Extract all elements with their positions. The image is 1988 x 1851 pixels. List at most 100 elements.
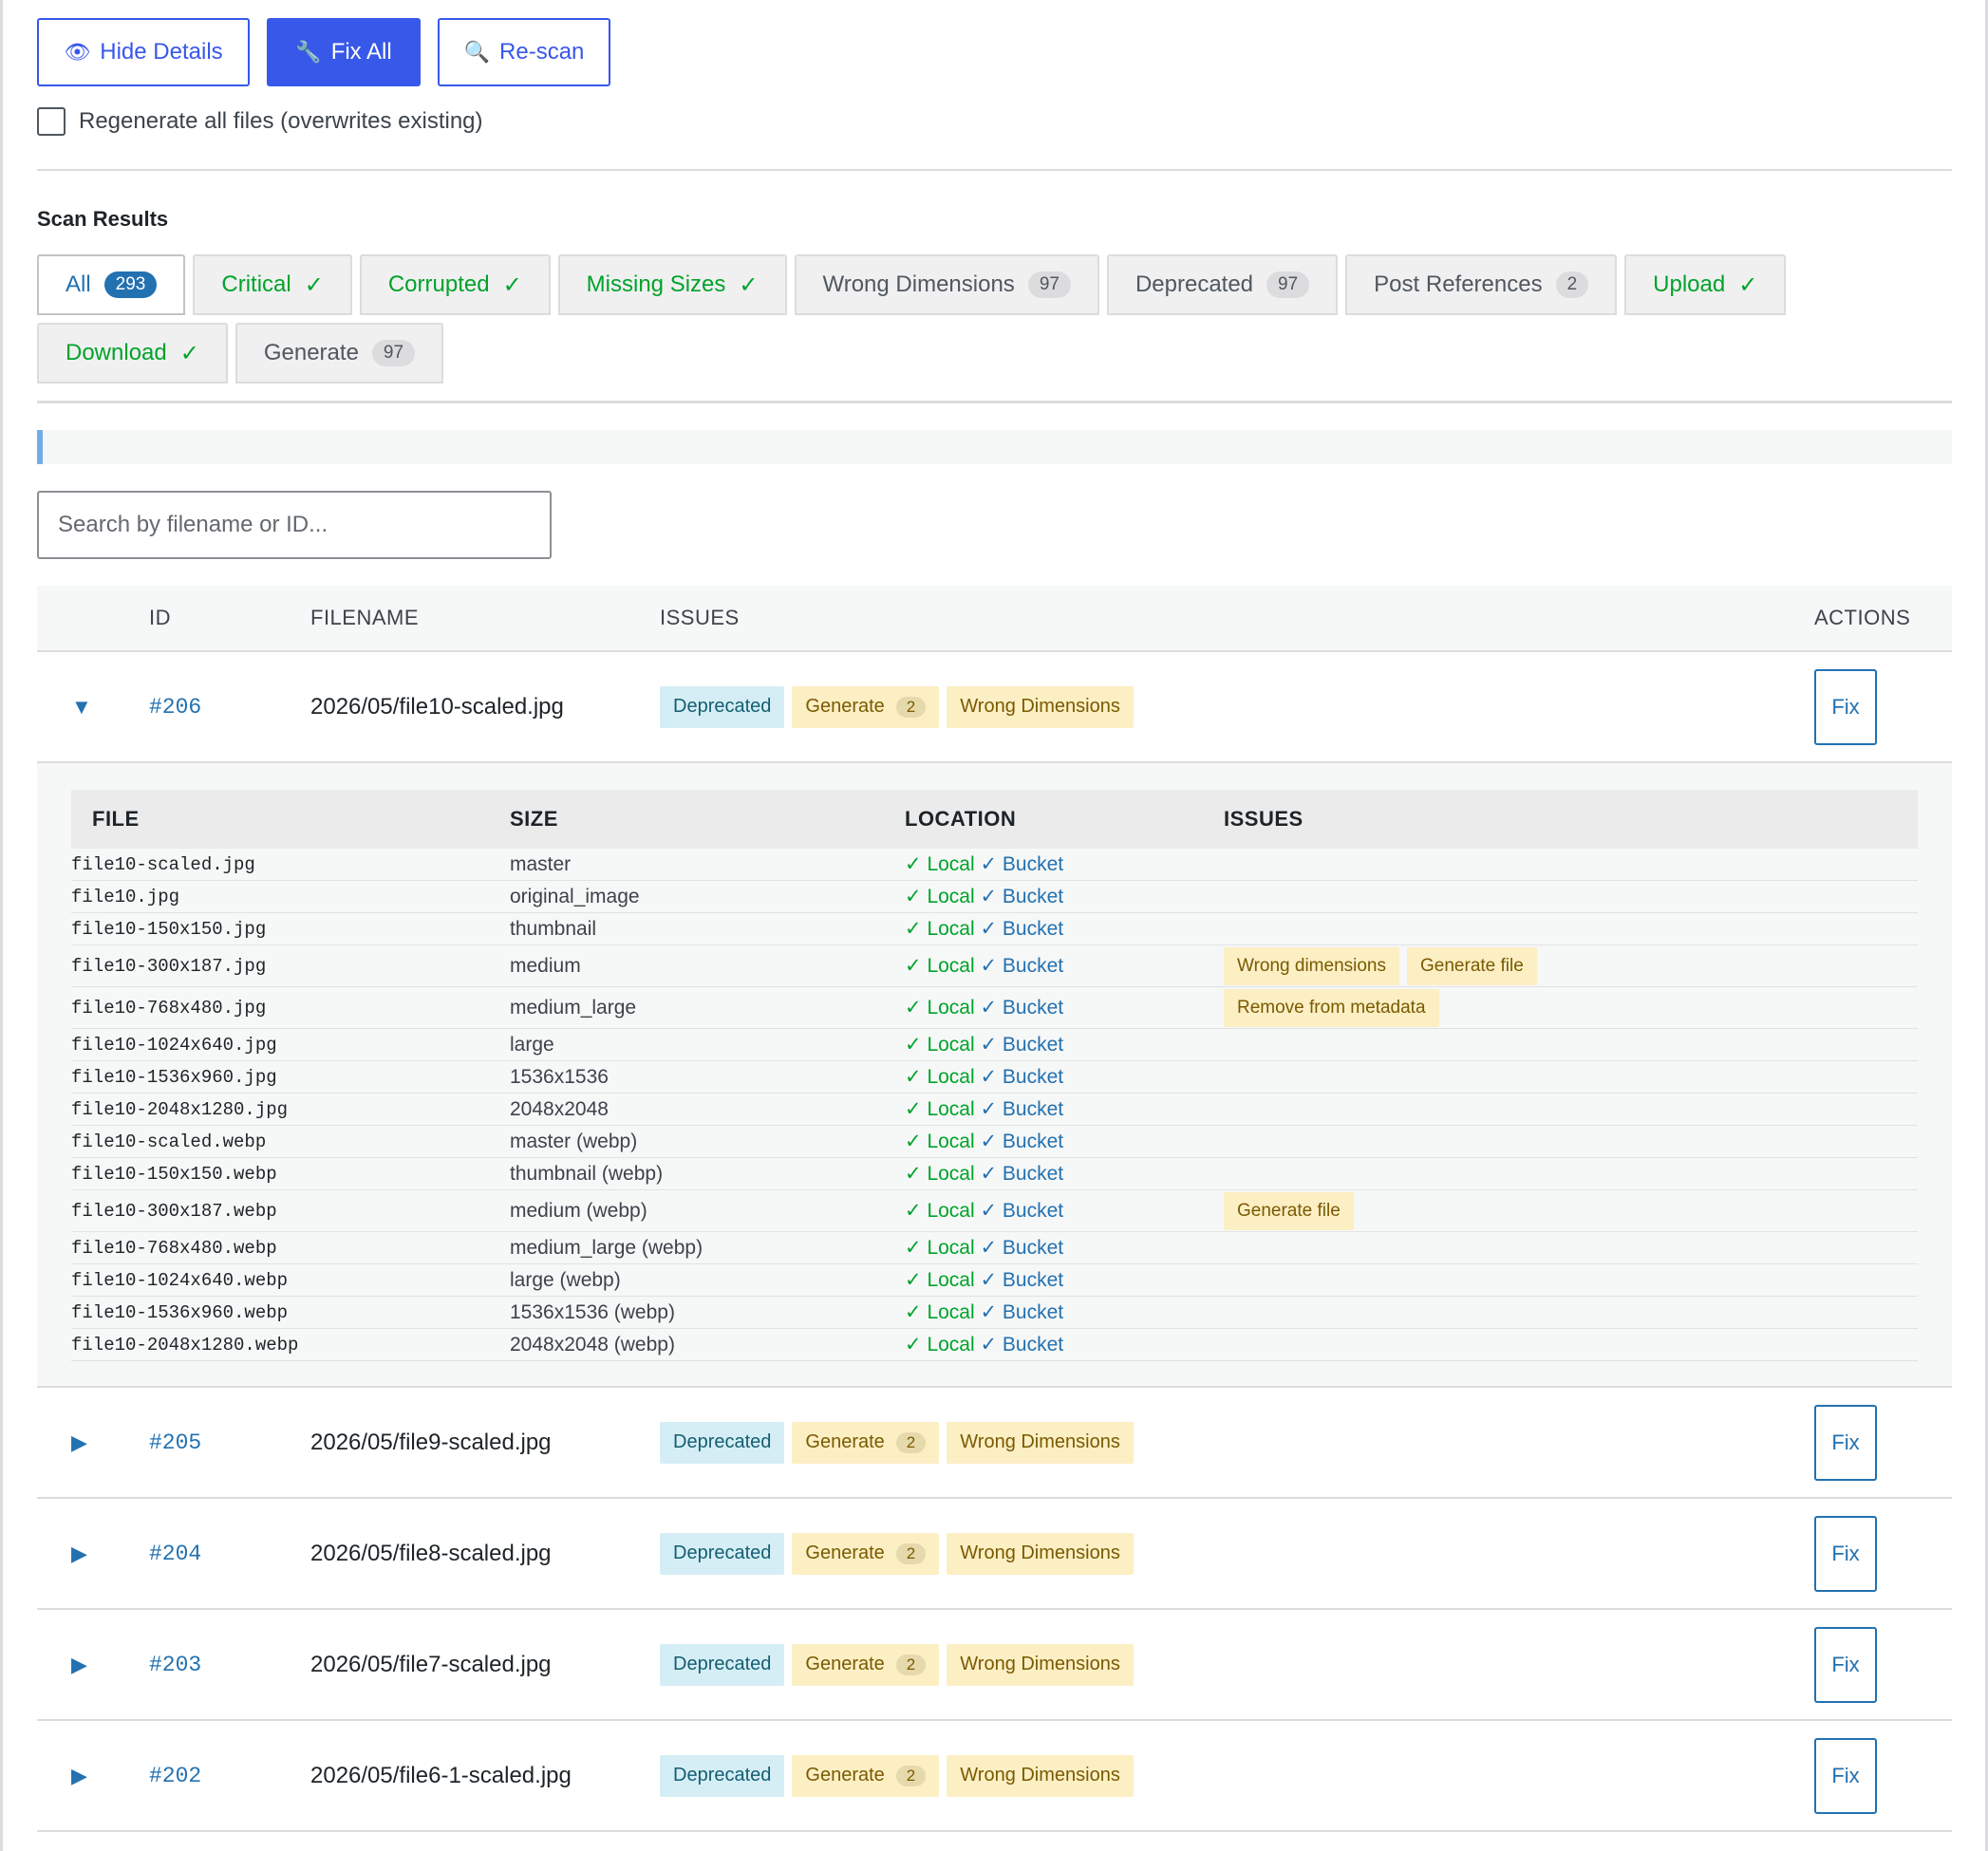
file-issue-badge: Wrong dimensions — [1224, 946, 1400, 985]
fix-all-button[interactable]: 🔧 Fix All — [267, 18, 421, 86]
file-name: file10-2048x1280.jpg — [71, 1098, 289, 1120]
tab-all[interactable]: All 293 — [37, 254, 186, 315]
filename: 2026/05/file8-scaled.jpg — [310, 1540, 552, 1566]
fix-button[interactable]: Fix — [1814, 1737, 1877, 1814]
issues-cell: Deprecated Generate 2 Wrong Dimensions — [660, 1421, 1814, 1464]
file-size-name: original_image — [510, 885, 640, 907]
rescan-label: Re-scan — [499, 39, 585, 65]
file-location: ✓ Local ✓ Bucket — [905, 1300, 1224, 1324]
location-local: Local — [927, 1034, 981, 1056]
issue-badge-label: Wrong Dimensions — [960, 1431, 1120, 1452]
tab-label: All — [66, 271, 91, 297]
hide-details-button[interactable]: 👁 Hide Details — [37, 18, 250, 86]
check-icon: ✓ — [980, 853, 1003, 875]
tab-post-references[interactable]: Post References 2 — [1345, 254, 1618, 315]
file-size-name: master — [510, 852, 572, 875]
tab-label: Wrong Dimensions — [822, 271, 1015, 297]
location-local: Local — [927, 1066, 981, 1088]
tab-generate[interactable]: Generate 97 — [234, 323, 444, 383]
details-header: FILE SIZE LOCATION ISSUES — [71, 790, 1918, 849]
issue-badge-label: Wrong Dimensions — [960, 1542, 1120, 1563]
rescan-button[interactable]: 🔍 Re-scan — [438, 18, 610, 86]
expand-toggle-icon[interactable]: ▶ — [37, 1764, 149, 1788]
expand-toggle-icon[interactable]: ▶ — [37, 1542, 149, 1566]
tab-download[interactable]: Download ✓ — [37, 323, 228, 383]
location-local: Local — [927, 1131, 981, 1152]
file-size-name: large (webp) — [510, 1268, 621, 1291]
tab-label: Download — [66, 340, 167, 365]
tab-wrong-dimensions[interactable]: Wrong Dimensions 97 — [794, 254, 1099, 315]
regenerate-option[interactable]: Regenerate all files (overwrites existin… — [37, 107, 1952, 136]
location-local: Local — [927, 997, 981, 1019]
location-bucket: Bucket — [1002, 853, 1064, 875]
file-row: file10-2048x1280.webp 2048x2048 (webp) ✓ L… — [71, 1329, 1918, 1361]
location-bucket: Bucket — [1002, 1200, 1064, 1222]
fix-button[interactable]: Fix — [1814, 1626, 1877, 1703]
file-size-name: large — [510, 1033, 554, 1056]
location-bucket: Bucket — [1002, 886, 1064, 907]
collapse-toggle-icon[interactable]: ▼ — [37, 695, 149, 720]
location-local: Local — [927, 918, 981, 940]
location-local: Local — [927, 886, 981, 907]
file-name: file10-scaled.webp — [71, 1131, 267, 1152]
tab-label: Missing Sizes — [586, 271, 726, 297]
scan-results-title: Scan Results — [37, 207, 169, 231]
check-icon: ✓ — [980, 1066, 1003, 1088]
location-bucket: Bucket — [1002, 1034, 1064, 1056]
file-row: file10-2048x1280.jpg 2048x2048 ✓ Local ✓ B… — [71, 1094, 1918, 1126]
file-location: ✓ Local ✓ Bucket — [905, 917, 1224, 941]
size-column-header: SIZE — [510, 807, 558, 831]
issue-badges: Deprecated Generate 2 Wrong Dimensions — [660, 1532, 1814, 1575]
details-issues-column-header: ISSUES — [1224, 807, 1303, 831]
tab-upload[interactable]: Upload ✓ — [1624, 254, 1787, 315]
location-bucket: Bucket — [1002, 918, 1064, 940]
tab-count-badge: 293 — [103, 271, 158, 298]
attachment-id-link[interactable]: #202 — [149, 1764, 310, 1788]
table-row: ▶ #205 2026/05/file9-scaled.jpg Deprecated G… — [37, 1388, 1952, 1499]
issue-badge: Generate 2 — [792, 685, 940, 728]
check-icon: ✓ — [980, 997, 1003, 1019]
issue-badge-label: Generate — [805, 1431, 885, 1452]
location-local: Local — [927, 1334, 981, 1356]
search-input[interactable] — [37, 491, 552, 559]
fix-button[interactable]: Fix — [1814, 1404, 1877, 1481]
issue-badge: Generate 2 — [792, 1643, 940, 1686]
issue-badge: Deprecated — [660, 1754, 785, 1797]
location-bucket: Bucket — [1002, 1301, 1064, 1323]
issue-badge: Generate 2 — [792, 1532, 940, 1575]
tab-corrupted[interactable]: Corrupted ✓ — [359, 254, 551, 315]
location-local: Local — [927, 1200, 981, 1222]
attachment-id-link[interactable]: #205 — [149, 1430, 310, 1455]
fix-button[interactable]: Fix — [1814, 1515, 1877, 1592]
issue-badge-label: Deprecated — [673, 1431, 772, 1452]
attachment-id-link[interactable]: #204 — [149, 1542, 310, 1566]
tab-critical[interactable]: Critical ✓ — [193, 254, 352, 315]
location-bucket: Bucket — [1002, 1066, 1064, 1088]
file-location: ✓ Local ✓ Bucket — [905, 1162, 1224, 1186]
issues-cell: Deprecated Generate 2 Wrong Dimensions — [660, 685, 1814, 728]
expand-toggle-icon[interactable]: ▶ — [37, 1430, 149, 1455]
wrench-icon: 🔧 — [295, 40, 322, 64]
file-size-name: medium_large — [510, 996, 637, 1019]
actions-cell: Fix — [1814, 1737, 1952, 1814]
check-icon: ✓ — [980, 886, 1003, 907]
file-name: file10-2048x1280.webp — [71, 1334, 299, 1356]
regenerate-checkbox[interactable] — [37, 107, 66, 136]
divider — [37, 169, 1952, 171]
issues-cell: Deprecated Generate 2 Wrong Dimensions — [660, 1754, 1814, 1797]
file-size-name: 2048x2048 (webp) — [510, 1333, 675, 1356]
fix-button[interactable]: Fix — [1814, 668, 1877, 745]
tab-missing-sizes[interactable]: Missing Sizes ✓ — [557, 254, 787, 315]
hide-details-label: Hide Details — [100, 39, 223, 65]
expand-toggle-icon[interactable]: ▶ — [37, 1653, 149, 1677]
issue-badges: Deprecated Generate 2 Wrong Dimensions — [660, 685, 1814, 728]
file-issues: Wrong dimensions Generate file — [1224, 946, 1888, 985]
tab-deprecated[interactable]: Deprecated 97 — [1106, 254, 1339, 315]
file-row: file10-1024x640.webp large (webp) ✓ Local … — [71, 1264, 1918, 1297]
check-icon: ✓ — [980, 1163, 1003, 1185]
tab-label: Corrupted — [387, 271, 490, 297]
attachment-id-link[interactable]: #203 — [149, 1653, 310, 1677]
issue-badge: Wrong Dimensions — [947, 1421, 1134, 1464]
file-row: file10-150x150.jpg thumbnail ✓ Local ✓ Buc… — [71, 913, 1918, 945]
attachment-id-link[interactable]: #206 — [149, 695, 310, 720]
